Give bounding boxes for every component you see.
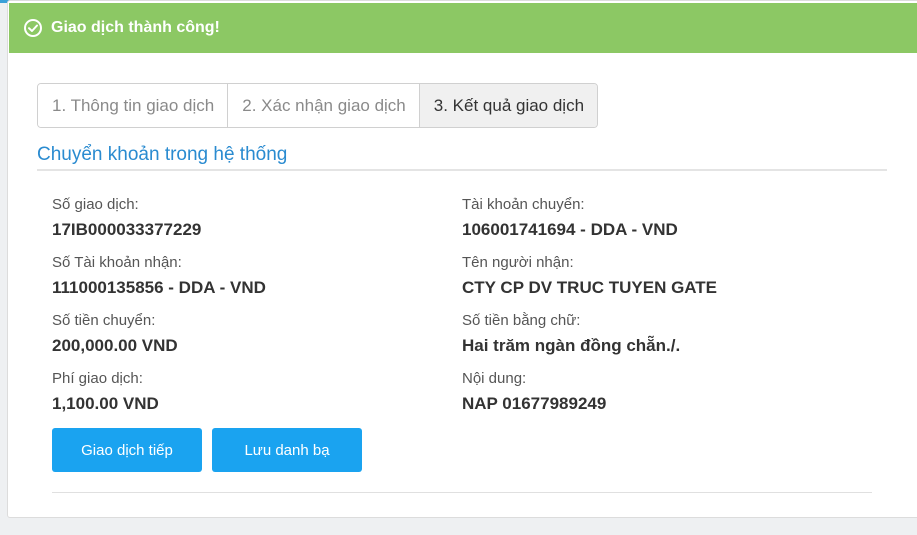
field-label: Số Tài khoản nhận:	[52, 254, 182, 271]
field-label: Nội dung:	[462, 370, 527, 387]
field-value: Hai trăm ngàn đồng chẵn./.	[462, 336, 681, 355]
amount-field: Số tiền chuyển: 200,000.00 VND	[52, 312, 178, 356]
section-title: Chuyển khoản trong hệ thống	[37, 144, 288, 165]
source-account-field: Tài khoản chuyển: 106001741694 - DDA - V…	[462, 196, 678, 240]
success-banner: Giao dịch thành công!	[9, 3, 917, 53]
field-label: Tài khoản chuyển:	[462, 196, 585, 213]
field-value: 106001741694 - DDA - VND	[462, 220, 678, 239]
field-value: 1,100.00 VND	[52, 394, 159, 413]
step-indicator: 1. Thông tin giao dịch 2. Xác nhận giao …	[37, 83, 599, 128]
field-value: 111000135856 - DDA - VND	[52, 278, 266, 297]
step-confirm-transaction[interactable]: 2. Xác nhận giao dịch	[228, 84, 420, 127]
step-transaction-info[interactable]: 1. Thông tin giao dịch	[38, 84, 229, 127]
bottom-divider	[52, 492, 872, 493]
transaction-number-field: Số giao dịch: 17IB000033377229	[52, 196, 201, 240]
save-contact-button[interactable]: Lưu danh bạ	[212, 428, 362, 472]
receiver-account-field: Số Tài khoản nhận: 111000135856 - DDA - …	[52, 254, 266, 298]
section-divider	[37, 169, 887, 171]
field-value: 17IB000033377229	[52, 220, 202, 239]
field-value: 200,000.00 VND	[52, 336, 178, 355]
field-value: NAP 01677989249	[462, 394, 607, 413]
fee-field: Phí giao dịch: 1,100.00 VND	[52, 370, 159, 414]
field-label: Số giao dịch:	[52, 196, 139, 213]
content-field: Nội dung: NAP 01677989249	[462, 370, 606, 414]
field-label: Phí giao dịch:	[52, 370, 143, 387]
field-label: Tên người nhận:	[462, 254, 574, 271]
success-message: Giao dịch thành công!	[51, 19, 220, 36]
field-value: CTY CP DV TRUC TUYEN GATE	[462, 278, 718, 297]
field-label: Số tiền chuyển:	[52, 312, 156, 329]
amount-words-field: Số tiền bằng chữ: Hai trăm ngàn đồng chẵ…	[462, 312, 680, 356]
field-label: Số tiền bằng chữ:	[462, 312, 581, 329]
receiver-name-field: Tên người nhận: CTY CP DV TRUC TUYEN GAT…	[462, 254, 717, 298]
check-circle-icon	[23, 18, 43, 38]
step-transaction-result[interactable]: 3. Kết quả giao dịch	[419, 84, 598, 127]
continue-transaction-button[interactable]: Giao dịch tiếp	[52, 428, 202, 472]
